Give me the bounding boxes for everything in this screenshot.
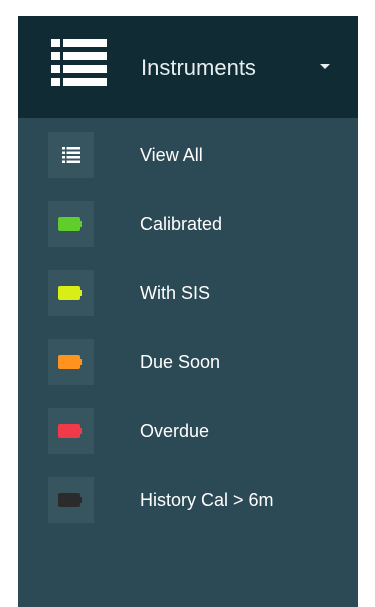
item-icon-box	[48, 339, 94, 385]
menu-item-label: Overdue	[140, 421, 210, 441]
battery-green-icon	[58, 217, 82, 231]
item-icon-box	[48, 477, 94, 523]
item-icon-box	[48, 270, 94, 316]
list-icon	[51, 39, 107, 86]
menu-item-label: Calibrated	[140, 214, 223, 234]
menu-item-label: View All	[140, 145, 203, 165]
caret-down-icon	[320, 64, 330, 69]
item-icon-box	[48, 132, 94, 178]
menu-item-label: With SIS	[140, 283, 211, 303]
battery-dark-icon	[58, 493, 82, 507]
menu-item-overdue[interactable]: Overdue	[18, 405, 358, 474]
menu-item-due-soon[interactable]: Due Soon	[18, 336, 358, 405]
menu-item-history-cal[interactable]: History Cal > 6m	[18, 474, 358, 543]
battery-red-icon	[58, 424, 82, 438]
menu-item-calibrated[interactable]: Calibrated	[18, 198, 358, 267]
list-icon	[62, 147, 80, 163]
menu-item-with-sis[interactable]: With SIS	[18, 267, 358, 336]
instruments-menu: Instruments View All Calibrated With SIS…	[18, 16, 358, 607]
battery-yellow-icon	[58, 286, 82, 300]
menu-item-label: Due Soon	[140, 352, 221, 372]
battery-orange-icon	[58, 355, 82, 369]
menu-item-label: History Cal > 6m	[140, 490, 274, 510]
item-icon-box	[48, 201, 94, 247]
instruments-dropdown-toggle[interactable]: Instruments	[18, 16, 358, 118]
menu-item-view-all[interactable]: View All	[18, 129, 358, 198]
item-icon-box	[48, 408, 94, 454]
menu-title: Instruments	[141, 55, 256, 80]
